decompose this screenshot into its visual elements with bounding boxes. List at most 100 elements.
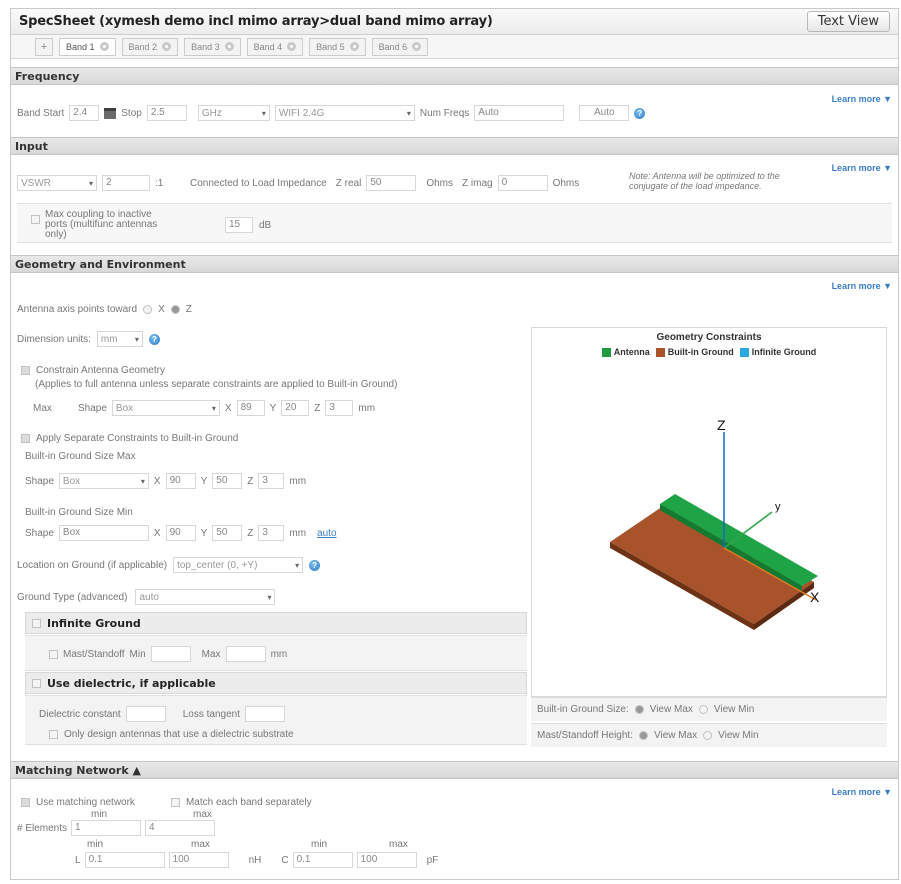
mast-max-input[interactable] bbox=[225, 646, 266, 662]
bg-min-label: Built-in Ground Size Min bbox=[25, 507, 133, 518]
constrain-checkbox[interactable] bbox=[21, 366, 30, 375]
num-freqs-input[interactable]: Auto bbox=[474, 105, 565, 121]
view-min-radio[interactable] bbox=[703, 731, 713, 740]
view-min-radio[interactable] bbox=[698, 705, 708, 714]
add-band-button[interactable]: + bbox=[35, 37, 53, 56]
close-icon[interactable] bbox=[99, 42, 109, 51]
zimag-input[interactable]: 0 bbox=[497, 175, 548, 191]
num-freqs-label: Num Freqs bbox=[419, 107, 470, 119]
antenna-z-input[interactable]: 3 bbox=[325, 400, 354, 416]
help-icon[interactable]: ? bbox=[148, 333, 160, 345]
l-min-header: min bbox=[87, 839, 104, 850]
auto-button[interactable]: Auto bbox=[579, 105, 630, 121]
input-section-header[interactable]: Input bbox=[11, 137, 898, 155]
unit-select[interactable]: GHz bbox=[197, 105, 270, 121]
infinite-ground-checkbox[interactable] bbox=[32, 618, 41, 628]
band-start-input[interactable]: 2.4 bbox=[69, 105, 100, 121]
ground-type-select[interactable]: auto bbox=[135, 589, 276, 605]
close-icon[interactable] bbox=[224, 42, 234, 51]
preset-select[interactable]: WIFI 2.4G bbox=[274, 105, 415, 121]
match-each-band-checkbox[interactable] bbox=[170, 798, 180, 807]
help-icon[interactable]: ? bbox=[634, 107, 646, 119]
auto-link[interactable]: auto bbox=[317, 528, 336, 539]
location-select[interactable]: top_center (0, +Y) bbox=[173, 557, 304, 573]
metric-select[interactable]: VSWR bbox=[17, 175, 97, 191]
c-min-input[interactable]: 0.1 bbox=[292, 852, 353, 868]
tab-band-4[interactable]: Band 4 bbox=[246, 37, 304, 56]
coupling-checkbox[interactable] bbox=[31, 215, 40, 224]
antenna-shape-select[interactable]: Box bbox=[111, 400, 220, 416]
tab-label: Band 1 bbox=[66, 41, 95, 52]
l-max-input[interactable]: 100 bbox=[168, 852, 229, 868]
dim-units-select[interactable]: mm bbox=[96, 331, 143, 347]
antenna-y-input[interactable]: 20 bbox=[281, 400, 310, 416]
loss-tangent-input[interactable] bbox=[244, 706, 285, 722]
elements-label: # Elements bbox=[17, 822, 68, 834]
bg-max-row: Shape Box X 90 Y 50 Z3 mm bbox=[25, 473, 306, 489]
bg-size-label: Built-in Ground Size: bbox=[537, 704, 629, 715]
frequency-section-header[interactable]: Frequency bbox=[11, 67, 898, 85]
learn-more-link[interactable]: Learn more ▼ bbox=[832, 787, 892, 797]
tab-band-5[interactable]: Band 5 bbox=[309, 37, 366, 56]
close-icon[interactable] bbox=[412, 42, 422, 51]
bg-max-y-input[interactable]: 50 bbox=[212, 473, 243, 489]
bg-min-z-input[interactable]: 3 bbox=[258, 525, 285, 541]
loss-tangent-label: Loss tangent bbox=[182, 708, 240, 720]
elements-min-input[interactable]: 1 bbox=[71, 820, 142, 836]
axis-x-radio[interactable] bbox=[143, 305, 153, 314]
use-matching-checkbox[interactable] bbox=[21, 798, 30, 807]
stop-input[interactable]: 2.5 bbox=[146, 105, 187, 121]
axis-row: Antenna axis points toward X Z bbox=[17, 304, 192, 315]
help-icon[interactable]: ? bbox=[309, 559, 321, 571]
l-label: L bbox=[75, 854, 81, 866]
tab-band-2[interactable]: Band 2 bbox=[121, 37, 179, 56]
close-icon[interactable] bbox=[162, 42, 172, 51]
close-icon[interactable] bbox=[287, 42, 297, 51]
bg-min-y-input[interactable]: 50 bbox=[212, 525, 243, 541]
mast-min-input[interactable] bbox=[150, 646, 191, 662]
x-label: X bbox=[224, 402, 232, 414]
mm-label: mm bbox=[289, 475, 307, 487]
dielectric-checkbox[interactable] bbox=[32, 678, 41, 688]
zreal-input[interactable]: 50 bbox=[366, 175, 417, 191]
elements-max-input[interactable]: 4 bbox=[145, 820, 216, 836]
location-label: Location on Ground (if applicable) bbox=[17, 559, 168, 571]
legend-antenna: Antenna bbox=[601, 347, 650, 358]
coupling-input[interactable]: 15 bbox=[225, 217, 253, 233]
view-max-radio[interactable] bbox=[634, 705, 644, 714]
max-label: Max bbox=[201, 648, 221, 660]
bg-max-label: Built-in Ground Size Max bbox=[25, 451, 136, 462]
bg-min-x-input[interactable]: 90 bbox=[165, 525, 196, 541]
l-min-input[interactable]: 0.1 bbox=[84, 852, 165, 868]
axis-z-radio[interactable] bbox=[170, 305, 180, 314]
geometry-section-header[interactable]: Geometry and Environment bbox=[11, 255, 898, 273]
bg-max-z-input[interactable]: 3 bbox=[258, 473, 285, 489]
antenna-x-input[interactable]: 89 bbox=[236, 400, 265, 416]
infinite-ground-title: Infinite Ground bbox=[47, 616, 141, 630]
view-max-radio[interactable] bbox=[638, 731, 648, 740]
dielectric-const-input[interactable] bbox=[125, 706, 166, 722]
bg-max-x-input[interactable]: 90 bbox=[165, 473, 196, 489]
tab-label: Band 5 bbox=[316, 41, 345, 52]
tab-band-6[interactable]: Band 6 bbox=[371, 37, 429, 56]
tab-band-1[interactable]: Band 1 bbox=[59, 37, 116, 56]
matching-section-header[interactable]: Matching Network ▲ bbox=[11, 761, 898, 779]
bg-min-shape-field[interactable]: Box bbox=[58, 525, 149, 541]
only-dielectric-label: Only design antennas that use a dielectr… bbox=[64, 729, 294, 740]
learn-more-link[interactable]: Learn more ▼ bbox=[832, 94, 892, 104]
c-max-input[interactable]: 100 bbox=[356, 852, 417, 868]
text-view-button[interactable]: Text View bbox=[806, 11, 890, 32]
calendar-icon[interactable] bbox=[104, 107, 117, 119]
only-dielectric-checkbox[interactable] bbox=[49, 730, 58, 739]
mast-checkbox[interactable] bbox=[49, 649, 58, 659]
c-label: C bbox=[281, 854, 289, 866]
vswr-input[interactable]: 2 bbox=[102, 175, 150, 191]
tab-band-3[interactable]: Band 3 bbox=[184, 37, 241, 56]
z-label: Z bbox=[247, 527, 254, 539]
learn-more-link[interactable]: Learn more ▼ bbox=[832, 281, 892, 291]
bg-max-shape-select[interactable]: Box bbox=[58, 473, 149, 489]
apply-separate-checkbox[interactable] bbox=[21, 434, 30, 443]
learn-more-link[interactable]: Learn more ▼ bbox=[832, 163, 892, 173]
close-icon[interactable] bbox=[349, 42, 359, 51]
ratio-suffix: :1 bbox=[155, 177, 164, 189]
